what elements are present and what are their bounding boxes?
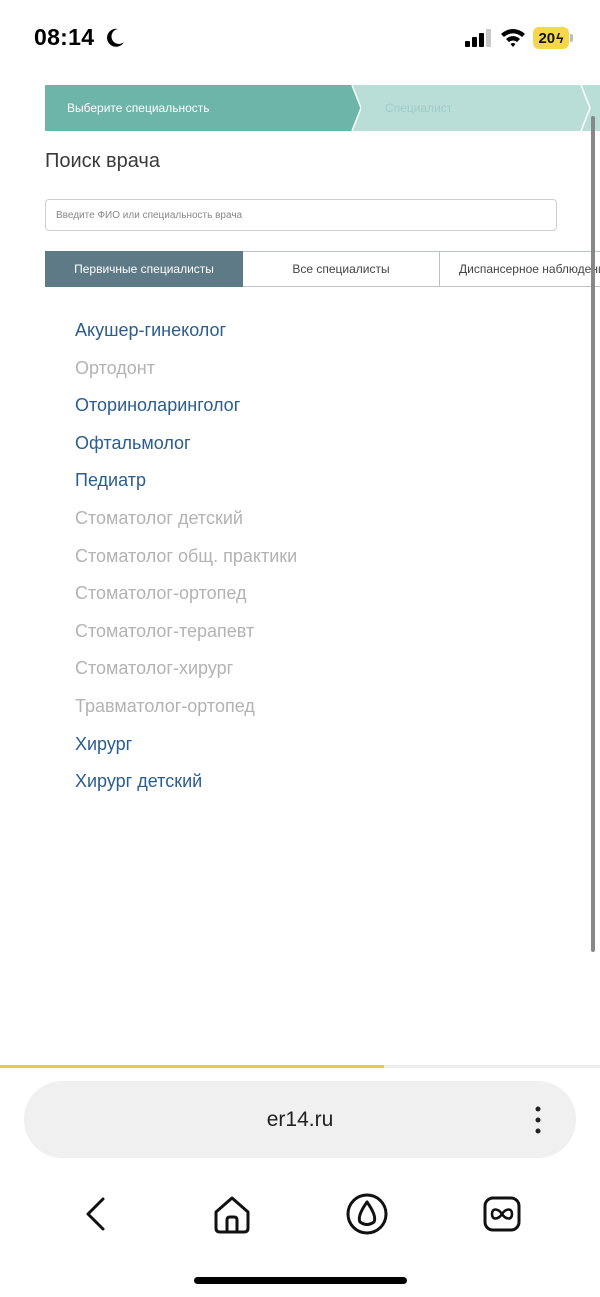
tab-all-specialists[interactable]: Все специалисты	[243, 251, 440, 287]
specialty-item[interactable]: Акушер-гинеколог	[75, 316, 297, 354]
specialty-item: Стоматолог детский	[75, 507, 243, 528]
step-select-specialty-label: Выберите специальность	[67, 101, 210, 115]
specialty-list: Акушер-гинеколог Ортодонт Оториноларинго…	[75, 316, 297, 805]
address-bar-url: er14.ru	[266, 1108, 334, 1131]
moon-icon	[107, 28, 124, 47]
address-bar[interactable]: er14.ru	[24, 1081, 576, 1158]
specialty-item[interactable]: Оториноларинголог	[75, 391, 297, 429]
specialty-item: Стоматолог-ортопед	[75, 583, 247, 604]
back-icon[interactable]	[72, 1190, 120, 1238]
home-icon[interactable]	[208, 1190, 256, 1238]
battery-level: 20	[538, 29, 556, 47]
specialty-item: Ортодонт	[75, 357, 155, 378]
step-separator-icon	[345, 85, 361, 131]
specialty-item: Травматолог-ортопед	[75, 695, 255, 716]
page-load-progress-fill	[0, 1065, 384, 1068]
specialty-item: Стоматолог-терапевт	[75, 620, 255, 641]
specialty-item: Стоматолог общ. практики	[75, 545, 298, 566]
specialty-tabs: Первичные специалисты Все специалисты Ди…	[45, 251, 600, 287]
status-bar: 08:14 20 ϟ	[0, 0, 600, 76]
page-title: Поиск врача	[45, 150, 160, 172]
more-options-icon[interactable]	[528, 1105, 548, 1135]
step-select-specialty[interactable]: Выберите специальность	[45, 85, 345, 131]
specialty-item[interactable]: Офтальмолог	[75, 429, 297, 467]
tab-primary-specialists[interactable]: Первичные специалисты	[45, 251, 243, 287]
specialty-item[interactable]: Хирург детский	[75, 767, 297, 805]
battery-nub	[570, 34, 573, 42]
steps-breadcrumb: Специалист Выберите специальность	[45, 85, 600, 131]
tab-dispensary-observation[interactable]: Диспансерное наблюдение	[440, 251, 600, 287]
status-time: 08:14	[34, 24, 95, 50]
battery-icon: 20 ϟ	[533, 27, 569, 49]
alice-icon[interactable]	[343, 1190, 391, 1238]
wifi-icon	[501, 29, 525, 47]
home-indicator[interactable]	[194, 1277, 407, 1284]
specialty-item[interactable]: Хирург	[75, 730, 297, 768]
specialty-item[interactable]: Педиатр	[75, 466, 297, 504]
tabs-icon[interactable]	[478, 1190, 526, 1238]
step-specialist[interactable]: Специалист	[345, 85, 600, 131]
specialty-item: Стоматолог-хирург	[75, 658, 234, 679]
step-specialist-label: Специалист	[385, 101, 453, 115]
page-scrollbar[interactable]	[591, 116, 595, 952]
page-load-progress	[0, 1065, 600, 1068]
doctor-search-input[interactable]	[45, 199, 557, 231]
charging-icon: ϟ	[556, 30, 564, 46]
signal-icon	[465, 29, 491, 47]
